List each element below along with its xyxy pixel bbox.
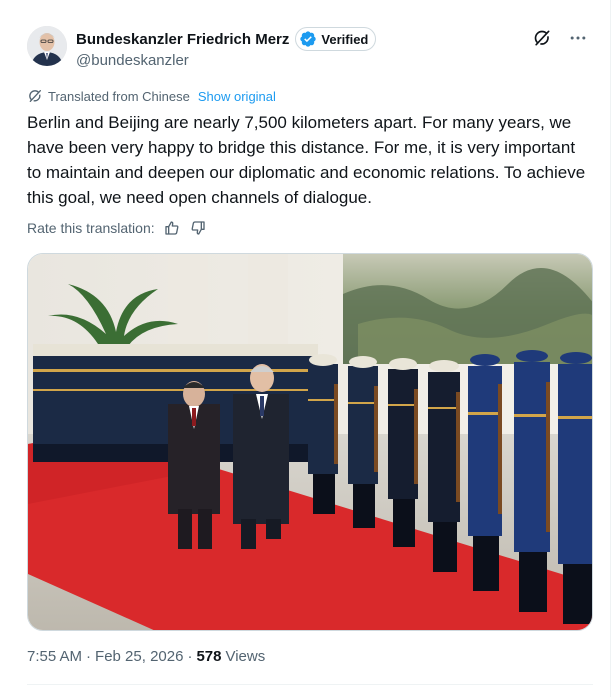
tweet-photo[interactable] (27, 253, 593, 631)
rate-translation-row: Rate this translation: (27, 219, 207, 237)
meta-separator: · (86, 648, 92, 665)
divider (27, 684, 593, 685)
verified-label: Verified (321, 31, 369, 47)
more-button[interactable] (566, 26, 590, 50)
avatar-portrait (27, 26, 67, 66)
rate-translation-label: Rate this translation: (27, 220, 155, 236)
tweet-time[interactable]: 7:55 AM (27, 648, 82, 665)
thumbs-up-icon (164, 221, 179, 235)
author-handle[interactable]: @bundeskanzler (76, 52, 189, 69)
avatar[interactable] (27, 26, 67, 66)
translation-notice-text: Translated from Chinese (48, 88, 190, 104)
show-original-link[interactable]: Show original (198, 89, 276, 104)
views-count: 578 (196, 648, 222, 665)
thumbs-up-button[interactable] (163, 219, 181, 237)
meta-separator: · (187, 648, 193, 665)
honor-guard-photo (28, 254, 592, 630)
more-icon (570, 36, 586, 40)
tweet-card: Bundeskanzler Friedrich Merz Verified @b… (0, 0, 616, 697)
author-name-row: Bundeskanzler Friedrich Merz Verified (76, 27, 377, 51)
author-display-name[interactable]: Bundeskanzler Friedrich Merz (76, 31, 289, 48)
grok-button[interactable] (530, 26, 554, 50)
column-border (610, 0, 611, 697)
translation-notice: Translated from Chinese Show original (27, 88, 276, 104)
verified-badge-icon (300, 31, 317, 47)
tweet-date[interactable]: Feb 25, 2026 (95, 648, 183, 665)
translate-icon (29, 90, 41, 102)
thumbs-down-button[interactable] (189, 219, 207, 237)
tweet-text: Berlin and Beijing are nearly 7,500 kilo… (27, 113, 586, 207)
views-label: Views (225, 648, 266, 665)
tweet-meta: 7:55 AM · Feb 25, 2026 · 578 Views (27, 648, 265, 665)
tweet-actions (530, 26, 590, 50)
verified-badge[interactable]: Verified (295, 27, 377, 51)
grok-icon (534, 30, 550, 46)
thumbs-down-icon (191, 221, 205, 235)
